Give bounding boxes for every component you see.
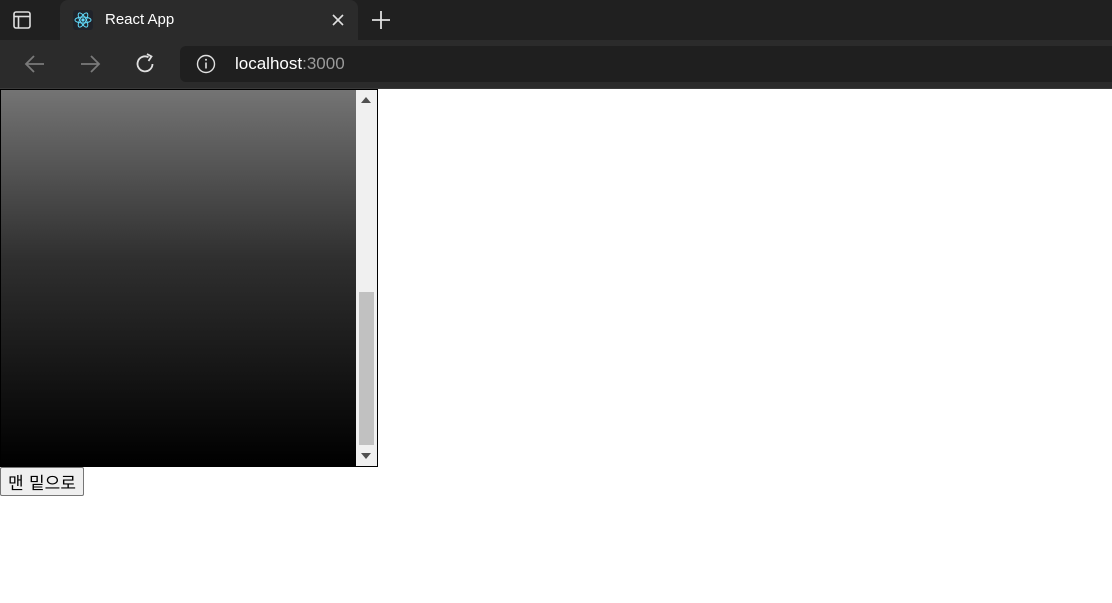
- gradient-content: [1, 90, 356, 466]
- url-host: localhost: [235, 54, 303, 73]
- scroll-up-arrow-icon[interactable]: [361, 97, 371, 103]
- forward-arrow-icon[interactable]: [78, 52, 102, 76]
- new-tab-icon[interactable]: [370, 9, 392, 31]
- scroll-container[interactable]: [0, 89, 378, 467]
- tab-actions-icon[interactable]: [12, 10, 32, 30]
- react-logo-icon: [73, 10, 93, 30]
- refresh-icon[interactable]: [133, 52, 157, 76]
- scroll-to-bottom-button[interactable]: 맨 밑으로: [0, 467, 84, 496]
- back-arrow-icon[interactable]: [23, 52, 47, 76]
- browser-tab[interactable]: React App: [60, 0, 358, 40]
- tab-title: React App: [105, 11, 175, 28]
- url-text[interactable]: localhost:3000: [235, 54, 345, 74]
- url-port: :3000: [302, 54, 345, 73]
- address-bar[interactable]: localhost:3000: [180, 46, 1112, 82]
- browser-toolbar: localhost:3000: [0, 40, 1112, 89]
- close-icon[interactable]: [330, 12, 346, 28]
- browser-tab-bar: React App: [0, 0, 1112, 40]
- scrollbar-thumb[interactable]: [359, 291, 374, 445]
- scroll-down-arrow-icon[interactable]: [361, 453, 371, 459]
- info-icon[interactable]: [196, 54, 216, 74]
- vertical-scrollbar[interactable]: [356, 90, 377, 466]
